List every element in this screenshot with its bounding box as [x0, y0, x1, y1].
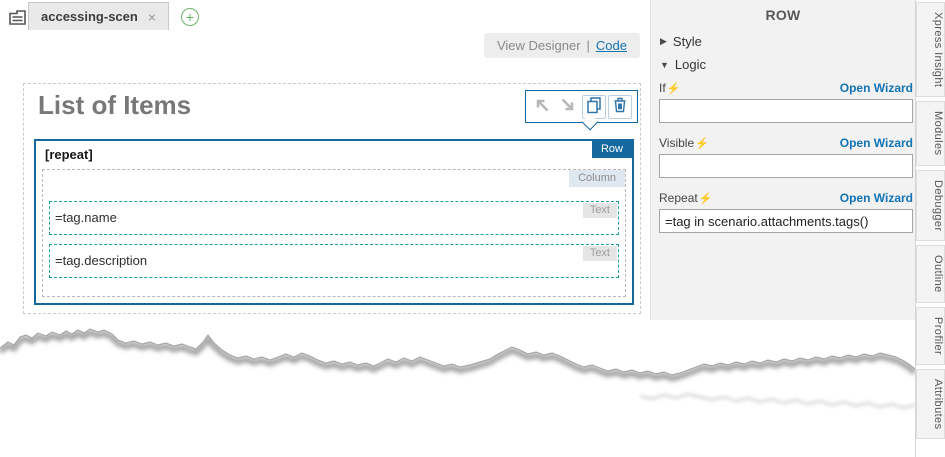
- repeat-input[interactable]: [659, 209, 913, 233]
- delete-button[interactable]: [608, 95, 632, 119]
- document-tab[interactable]: accessing-scen ×: [28, 2, 169, 30]
- add-tab-button[interactable]: +: [181, 8, 199, 26]
- column-badge: Column: [569, 170, 625, 187]
- arrow-down-right-button[interactable]: [556, 95, 580, 119]
- side-tab-modules[interactable]: Modules: [916, 101, 945, 165]
- arrow-up-left-icon: [531, 94, 553, 119]
- if-open-wizard-link[interactable]: Open Wizard: [840, 81, 913, 95]
- side-tab-xpress-insight[interactable]: Xpress Insight: [916, 2, 945, 97]
- logic-section-label: Logic: [675, 57, 706, 72]
- arrow-down-right-icon: [557, 94, 579, 119]
- trash-icon: [609, 94, 631, 119]
- element-toolbar: [525, 90, 638, 123]
- if-input[interactable]: [659, 99, 913, 123]
- tab-list-icon[interactable]: [8, 9, 27, 31]
- canvas-heading[interactable]: List of Items: [38, 90, 191, 121]
- visible-label: Visible⚡: [659, 136, 709, 150]
- side-tab-attributes[interactable]: Attributes: [916, 369, 945, 439]
- mode-separator: |: [587, 38, 590, 53]
- arrow-up-left-button[interactable]: [530, 95, 554, 119]
- visible-input[interactable]: [659, 154, 913, 178]
- text-element-description[interactable]: =tag.description Text: [49, 244, 619, 278]
- text-element-name[interactable]: =tag.name Text: [49, 201, 619, 235]
- panel-title: ROW: [651, 0, 915, 23]
- repeat-field-group: Repeat⚡ Open Wizard: [659, 190, 913, 233]
- visible-field-group: Visible⚡ Open Wizard: [659, 135, 913, 178]
- code-mode-link[interactable]: Code: [596, 38, 627, 53]
- repeat-label: [repeat]: [45, 147, 93, 162]
- side-tab-strip: Xpress Insight Modules Debugger Outline …: [915, 0, 945, 457]
- text-element-value: =tag.name: [55, 210, 117, 225]
- side-tab-outline[interactable]: Outline: [916, 245, 945, 303]
- mode-toggle: View Designer | Code: [484, 33, 640, 58]
- view-designer-app: accessing-scen × + View Designer | Code …: [0, 0, 945, 457]
- repeat-open-wizard-link[interactable]: Open Wizard: [840, 191, 913, 205]
- text-element-value: =tag.description: [55, 253, 147, 268]
- repeat-label: Repeat⚡: [659, 191, 712, 205]
- if-field-group: If⚡ Open Wizard: [659, 80, 913, 123]
- plus-icon: +: [186, 10, 194, 24]
- style-section-label: Style: [673, 34, 702, 49]
- if-label: If⚡: [659, 81, 680, 95]
- lightning-icon: ⚡: [699, 193, 713, 205]
- side-tab-profiler[interactable]: Profiler: [916, 307, 945, 365]
- row-badge: Row: [592, 141, 632, 158]
- row-element[interactable]: Row [repeat] Column =tag.name Text =tag.…: [34, 139, 634, 305]
- document-tab-label: accessing-scen: [41, 9, 138, 24]
- view-designer-mode-label: View Designer: [497, 38, 581, 53]
- chevron-right-icon: ▶: [660, 36, 667, 47]
- text-badge: Text: [583, 246, 617, 261]
- text-badge: Text: [583, 203, 617, 218]
- column-element[interactable]: Column =tag.name Text =tag.description T…: [42, 169, 626, 297]
- lightning-icon: ⚡: [667, 83, 681, 95]
- chevron-down-icon: ▼: [660, 60, 669, 70]
- logic-section-header[interactable]: ▼ Logic: [660, 57, 706, 72]
- duplicate-button[interactable]: [582, 95, 606, 119]
- style-section-header[interactable]: ▶ Style: [660, 34, 702, 49]
- close-tab-icon[interactable]: ×: [148, 9, 156, 25]
- visible-open-wizard-link[interactable]: Open Wizard: [840, 136, 913, 150]
- side-tab-debugger[interactable]: Debugger: [916, 170, 945, 242]
- properties-panel: ROW ▶ Style ▼ Logic If⚡ Open Wizard Visi…: [650, 0, 915, 457]
- lightning-icon: ⚡: [695, 138, 709, 150]
